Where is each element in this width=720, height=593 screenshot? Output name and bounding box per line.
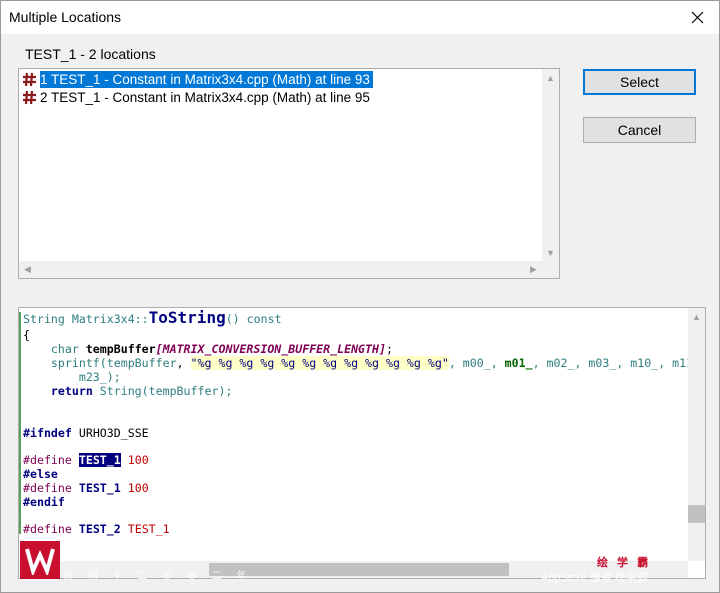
cancel-button-label: Cancel	[617, 122, 662, 138]
code-token: #endif	[23, 495, 65, 509]
code-token: ,	[176, 356, 191, 370]
scroll-right-icon[interactable]: ▶	[525, 261, 542, 278]
locations-list[interactable]: 1 TEST_1 - Constant in Matrix3x4.cpp (Ma…	[18, 68, 560, 279]
logo-icon	[25, 548, 55, 575]
code-token: ;	[385, 342, 393, 356]
code-token: sprintf(	[23, 356, 107, 370]
code-token: [MATRIX_CONVERSION_BUFFER_LENGTH]	[155, 342, 386, 356]
select-button[interactable]: Select	[583, 69, 696, 95]
watermark-brand: 绘 学 霸	[597, 557, 652, 569]
close-button[interactable]	[675, 1, 719, 34]
watermark-text: AppStore 搜索 绘学霸	[541, 572, 648, 584]
code-token: m23_);	[23, 370, 121, 384]
code-token: #else	[23, 467, 58, 481]
code-token: , m00_,	[448, 356, 505, 370]
code-token: {	[23, 328, 30, 342]
code-token: #define	[23, 481, 72, 495]
watermark-text: 始 创 于 二 零 零 二 年	[63, 571, 253, 582]
code-vertical-scrollbar[interactable]: ▲	[688, 308, 705, 561]
locations-count-label: TEST_1 - 2 locations	[25, 46, 156, 62]
code-line: #endif	[23, 495, 65, 509]
scroll-thumb[interactable]	[688, 505, 705, 523]
code-token: tempBuffer	[106, 356, 177, 370]
select-button-label: Select	[620, 74, 659, 90]
list-item[interactable]: 1 TEST_1 - Constant in Matrix3x4.cpp (Ma…	[20, 70, 373, 88]
code-token: String(tempBuffer);	[99, 384, 233, 398]
code-line: return String(tempBuffer);	[23, 384, 233, 398]
scrollbar-corner	[542, 261, 559, 278]
horizontal-scrollbar[interactable]: ◀ ▶	[19, 261, 542, 278]
hash-icon	[22, 71, 37, 87]
code-token: TEST_2	[71, 522, 121, 536]
vertical-scrollbar[interactable]: ▲ ▼	[542, 69, 559, 261]
code-token: #ifndef	[23, 426, 72, 440]
code-line: sprintf(tempBuffer, "%g %g %g %g %g %g %…	[23, 356, 700, 370]
code-line: #define TEST_2 TEST_1	[23, 522, 170, 536]
scroll-up-icon[interactable]: ▲	[542, 69, 559, 86]
scroll-up-icon[interactable]: ▲	[688, 308, 705, 325]
code-line: char tempBuffer[MATRIX_CONVERSION_BUFFER…	[23, 342, 393, 356]
code-change-margin	[19, 312, 21, 534]
code-token: tempBuffer	[85, 342, 156, 356]
multiple-locations-dialog: Multiple Locations TEST_1 - 2 locations …	[0, 0, 720, 593]
code-token: #define	[23, 453, 72, 467]
code-line: String Matrix3x4::ToString() const	[23, 308, 282, 327]
code-token: "%g %g %g %g %g %g %g %g %g %g %g %g"	[190, 356, 449, 370]
code-line: m23_);	[23, 370, 121, 384]
code-token: URHO3D_SSE	[71, 426, 149, 440]
code-line: #define TEST_1 100	[23, 481, 149, 495]
code-line: #ifndef URHO3D_SSE	[23, 426, 149, 440]
code-token: , m02_, m03_, m10_, m11_	[532, 356, 701, 370]
brand-logo	[20, 541, 60, 579]
code-line: {	[23, 328, 30, 342]
code-token: 100	[120, 453, 149, 467]
code-preview[interactable]: String Matrix3x4::ToString() const { cha…	[18, 307, 706, 579]
title-bar: Multiple Locations	[1, 1, 719, 34]
code-token: return	[23, 384, 100, 398]
scroll-left-icon[interactable]: ◀	[19, 261, 36, 278]
scroll-down-icon[interactable]: ▼	[542, 244, 559, 261]
cancel-button[interactable]: Cancel	[583, 117, 696, 143]
code-token: #define	[23, 522, 72, 536]
window-title: Multiple Locations	[9, 9, 122, 25]
list-item-label: 1 TEST_1 - Constant in Matrix3x4.cpp (Ma…	[40, 70, 373, 88]
code-token: TEST_1	[120, 522, 170, 536]
code-line: #define TEST_1 100	[23, 453, 149, 467]
close-icon	[691, 11, 703, 24]
code-token: 100	[120, 481, 149, 495]
code-token: ToString	[148, 308, 226, 327]
code-token: TEST_1	[78, 453, 121, 467]
hash-icon	[23, 90, 36, 104]
scroll-thumb[interactable]	[209, 563, 509, 576]
code-token: () const	[225, 312, 282, 326]
code-token: m01_	[504, 356, 533, 370]
list-item[interactable]: 2 TEST_1 - Constant in Matrix3x4.cpp (Ma…	[20, 88, 370, 106]
code-token: char	[23, 342, 86, 356]
list-item-label: 2 TEST_1 - Constant in Matrix3x4.cpp (Ma…	[40, 89, 370, 105]
code-token: TEST_1	[71, 481, 121, 495]
code-line: #else	[23, 467, 58, 481]
code-token: String Matrix3x4::	[23, 312, 149, 326]
